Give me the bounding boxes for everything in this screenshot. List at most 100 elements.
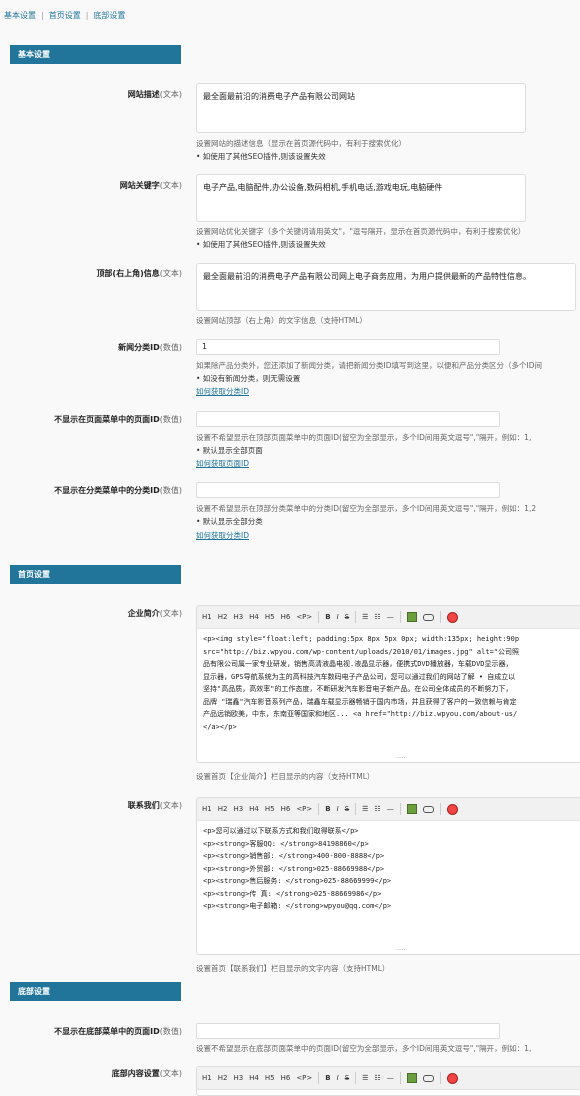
unordered-list-icon[interactable]: ☷ xyxy=(374,805,380,813)
field-label-hide-cats: 不显示在分类菜单中的分类ID(数值) xyxy=(54,486,182,495)
hide-pages-top-input[interactable] xyxy=(196,411,500,427)
spellcheck-icon[interactable] xyxy=(446,803,458,815)
horizontal-rule-icon[interactable]: — xyxy=(387,613,394,621)
news-cat-help: 如果除产品分类外，您还添加了新闻分类，请把新闻分类ID填写到这里，以便和产品分类… xyxy=(196,361,542,370)
h2-button[interactable]: H2 xyxy=(218,1074,228,1082)
h3-button[interactable]: H3 xyxy=(233,613,243,621)
section-title-basic: 基本设置 xyxy=(10,45,181,64)
link-icon[interactable] xyxy=(422,805,434,813)
site-keywords-textarea[interactable]: 电子产品,电脑配件,办公设备,数码相机,手机电话,游戏电玩,电脑硬件 xyxy=(196,174,526,222)
h2-button[interactable]: H2 xyxy=(218,805,228,813)
resize-grip-icon[interactable]: ..... xyxy=(396,945,406,952)
site-keywords-note: • 如使用了其他SEO插件,则该设置失效 xyxy=(196,240,326,249)
editor-toolbar: H1 H2 H3 H4 H5 H6 <P> B I S ☰ ☷ — xyxy=(197,798,580,821)
contact-content[interactable]: <p>您可以通过以下联系方式和我们取得联系</p> <p><strong>客服QQ… xyxy=(197,821,580,917)
horizontal-rule-icon[interactable]: — xyxy=(387,805,394,813)
italic-button[interactable]: I xyxy=(337,1074,339,1082)
company-intro-content[interactable]: <p><img style="float:left; padding:5px 8… xyxy=(197,629,580,737)
ordered-list-icon[interactable]: ☰ xyxy=(362,805,368,813)
field-label-site-desc: 网站描述(文本) xyxy=(127,90,182,99)
image-icon[interactable] xyxy=(406,804,417,814)
h3-button[interactable]: H3 xyxy=(233,1074,243,1082)
hide-pages-footer-input[interactable] xyxy=(196,1023,500,1039)
toolbar-divider xyxy=(399,803,401,815)
site-desc-textarea[interactable]: 最全面最前沿的消费电子产品有限公司网站 xyxy=(196,83,526,133)
unordered-list-icon[interactable]: ☷ xyxy=(374,613,380,621)
nav-separator: | xyxy=(41,11,44,20)
toolbar-divider xyxy=(355,1072,357,1084)
bold-button[interactable]: B xyxy=(325,613,330,621)
h1-button[interactable]: H1 xyxy=(202,805,212,813)
hide-pages-top-help: 设置不希望显示在顶部页面菜单中的页面ID(留空为全部显示，多个ID间用英文逗号"… xyxy=(196,433,532,442)
h1-button[interactable]: H1 xyxy=(202,613,212,621)
h4-button[interactable]: H4 xyxy=(249,613,259,621)
horizontal-rule-icon[interactable]: — xyxy=(387,1074,394,1082)
h5-button[interactable]: H5 xyxy=(265,613,275,621)
unordered-list-icon[interactable]: ☷ xyxy=(374,1074,380,1082)
field-label-site-keywords: 网站关键字(文本) xyxy=(119,181,182,190)
toolbar-divider xyxy=(399,611,401,623)
h4-button[interactable]: H4 xyxy=(249,1074,259,1082)
spellcheck-icon[interactable] xyxy=(446,611,458,623)
h6-button[interactable]: H6 xyxy=(281,805,291,813)
contact-help: 设置首页【联系我们】栏目显示的文字内容（支持HTML） xyxy=(196,964,390,973)
hide-cats-help: 设置不希望显示在顶部分类菜单中的分类ID(留空为全部显示，多个ID间用英文逗号"… xyxy=(196,504,537,513)
link-icon[interactable] xyxy=(422,613,434,621)
footer-content-editor: H1 H2 H3 H4 H5 H6 <P> B I S ☰ ☷ — xyxy=(196,1066,580,1096)
paragraph-button[interactable]: <P> xyxy=(296,805,312,813)
bold-button[interactable]: B xyxy=(325,805,330,813)
field-label-top-info: 顶部(右上角)信息(文本) xyxy=(96,269,182,278)
section-title-footer: 底部设置 xyxy=(10,982,181,1001)
h3-button[interactable]: H3 xyxy=(233,805,243,813)
hide-cats-howto-link[interactable]: 如何获取分类ID xyxy=(196,530,249,541)
section-title-home: 首页设置 xyxy=(10,565,181,584)
field-label-footer-content: 底部内容设置(文本) xyxy=(111,1069,182,1078)
top-info-textarea[interactable]: 最全面最前沿的消费电子产品有限公司网上电子商务应用，为用户提供最新的产品特性信息… xyxy=(196,263,576,311)
nav-separator: | xyxy=(85,11,89,20)
italic-button[interactable]: I xyxy=(337,613,339,621)
h5-button[interactable]: H5 xyxy=(265,1074,275,1082)
field-label-company-intro: 企业简介(文本) xyxy=(127,609,182,618)
nav-basic-settings[interactable]: 基本设置 xyxy=(4,11,36,20)
hide-pages-top-howto-link[interactable]: 如何获取页面ID xyxy=(196,458,249,469)
hide-cats-input[interactable] xyxy=(196,482,500,498)
ordered-list-icon[interactable]: ☰ xyxy=(362,1074,368,1082)
contact-editor: H1 H2 H3 H4 H5 H6 <P> B I S ☰ ☷ — <p>您可以… xyxy=(196,797,580,955)
h2-button[interactable]: H2 xyxy=(218,613,228,621)
h6-button[interactable]: H6 xyxy=(281,1074,291,1082)
toolbar-divider xyxy=(439,611,441,623)
news-cat-howto-link[interactable]: 如何获取分类ID xyxy=(196,386,249,397)
h1-button[interactable]: H1 xyxy=(202,1074,212,1082)
toolbar-divider xyxy=(355,611,357,623)
strike-button[interactable]: S xyxy=(345,613,349,621)
image-icon[interactable] xyxy=(406,612,417,622)
strike-button[interactable]: S xyxy=(345,805,349,813)
h5-button[interactable]: H5 xyxy=(265,805,275,813)
news-cat-input[interactable]: 1 xyxy=(196,339,500,355)
bold-button[interactable]: B xyxy=(325,1074,330,1082)
toolbar-divider xyxy=(355,803,357,815)
nav-footer-settings[interactable]: 底部设置 xyxy=(93,11,125,20)
strike-button[interactable]: S xyxy=(345,1074,349,1082)
top-nav: 基本设置 | 首页设置 | 底部设置 xyxy=(4,10,125,21)
nav-home-settings[interactable]: 首页设置 xyxy=(49,11,81,20)
editor-toolbar: H1 H2 H3 H4 H5 H6 <P> B I S ☰ ☷ — xyxy=(197,606,580,629)
site-keywords-help: 设置网站优化关键字（多个关键词请用英文"，"逗号隔开，显示在首页源代码中，有利于… xyxy=(196,227,526,236)
italic-button[interactable]: I xyxy=(337,805,339,813)
resize-grip-icon[interactable]: ..... xyxy=(396,753,406,760)
hide-cats-note: • 默认显示全部分类 xyxy=(196,517,263,526)
site-desc-help: 设置网站的描述信息（显示在首页源代码中，有利于搜索优化） xyxy=(196,139,406,148)
toolbar-divider xyxy=(318,803,320,815)
h4-button[interactable]: H4 xyxy=(249,805,259,813)
hide-pages-footer-help: 设置不希望显示在底部页面菜单中的页面ID(留空为全部显示，多个ID间用英文逗号"… xyxy=(196,1044,532,1053)
field-label-news-cat: 新闻分类ID(数值) xyxy=(118,343,182,352)
top-info-help: 设置网站顶部（右上角）的文字信息（支持HTML） xyxy=(196,316,367,325)
paragraph-button[interactable]: <P> xyxy=(296,1074,312,1082)
h6-button[interactable]: H6 xyxy=(281,613,291,621)
paragraph-button[interactable]: <P> xyxy=(296,613,312,621)
toolbar-divider xyxy=(318,1072,320,1084)
link-icon[interactable] xyxy=(422,1074,434,1082)
toolbar-divider xyxy=(439,803,441,815)
toolbar-divider xyxy=(439,1072,441,1084)
ordered-list-icon[interactable]: ☰ xyxy=(362,613,368,621)
